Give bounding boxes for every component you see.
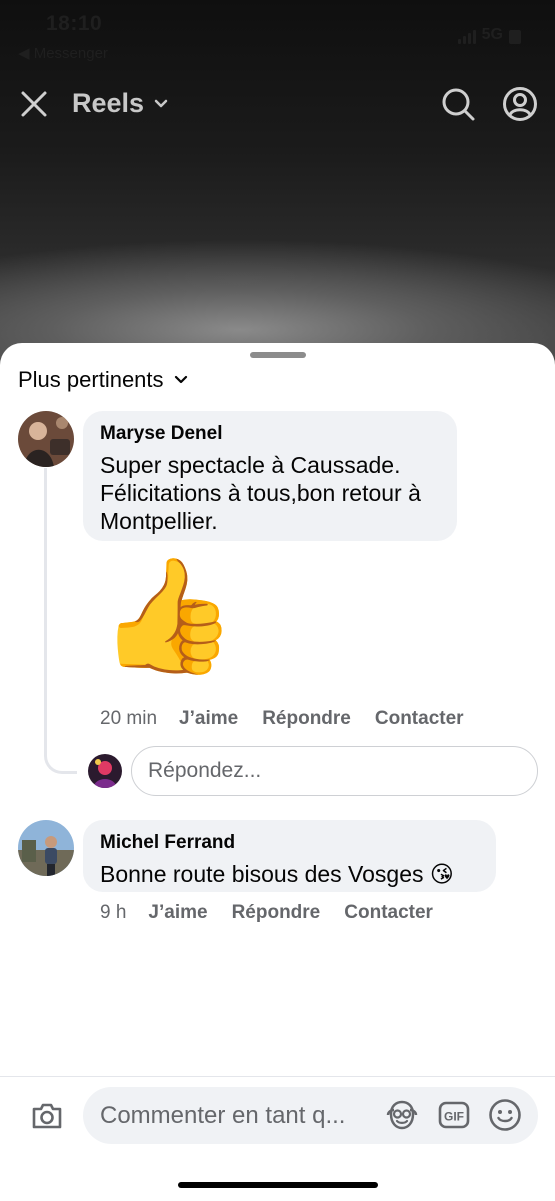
avatar-sticker-button[interactable] xyxy=(385,1098,419,1132)
profile-icon xyxy=(503,87,537,121)
profile-button[interactable] xyxy=(502,86,538,122)
reply-input[interactable]: Répondez... xyxy=(131,746,538,796)
thread-connector xyxy=(44,468,77,774)
comment-input-placeholder: Commenter en tant q... xyxy=(100,1101,346,1129)
thumbs-up-sticker: 👍 xyxy=(98,553,238,678)
signal-icon xyxy=(457,30,476,44)
avatar-image xyxy=(18,411,74,467)
status-bar: 18:10 ◀ Messenger 5G xyxy=(0,0,555,70)
avatar[interactable] xyxy=(18,820,74,876)
camera-button[interactable] xyxy=(30,1099,64,1133)
search-button[interactable] xyxy=(440,86,476,122)
reply-button[interactable]: Répondre xyxy=(262,708,351,730)
close-icon xyxy=(21,91,47,117)
status-time: 18:10 xyxy=(46,12,103,35)
comment-bubble: Maryse Denel Super spectacle à Caussade.… xyxy=(83,411,457,541)
emoji-button[interactable] xyxy=(488,1098,522,1132)
gif-button[interactable]: GIF xyxy=(437,1098,471,1132)
sheet-drag-handle[interactable] xyxy=(250,352,306,358)
svg-text:GIF: GIF xyxy=(444,1110,464,1124)
comment-timestamp: 9 h xyxy=(100,902,127,923)
home-indicator xyxy=(178,1182,378,1188)
comment-text: Super spectacle à Caussade. Félicitation… xyxy=(100,452,421,534)
comment-composer: Commenter en tant q... GIF xyxy=(0,1076,555,1201)
contact-button[interactable]: Contacter xyxy=(375,708,464,730)
comment-text: Bonne route bisous des Vosges 😘 xyxy=(100,861,454,887)
network-label: 5G xyxy=(481,26,503,43)
close-button[interactable] xyxy=(20,90,48,118)
comment-author[interactable]: Michel Ferrand xyxy=(100,832,478,854)
chevron-down-icon xyxy=(154,99,168,107)
sort-label: Plus pertinents xyxy=(18,367,164,392)
current-user-avatar xyxy=(88,754,122,788)
chevron-down-icon xyxy=(174,375,187,384)
reels-title-dropdown[interactable]: Reels xyxy=(72,88,168,119)
reply-button[interactable]: Répondre xyxy=(232,902,321,924)
like-button[interactable]: J’aime xyxy=(179,708,238,730)
back-to-app-link[interactable]: ◀ Messenger xyxy=(18,44,108,62)
reels-title: Reels xyxy=(72,88,145,118)
avatar[interactable] xyxy=(18,411,74,467)
comments-sheet: Plus pertinents Maryse Denel Super spect… xyxy=(0,343,555,1200)
reels-header: Reels xyxy=(0,82,555,128)
comment-timestamp: 20 min xyxy=(100,708,158,729)
comment-actions: 20 min J’aime Répondre Contacter xyxy=(100,708,488,730)
gif-icon: GIF xyxy=(438,1101,470,1129)
comment-bubble: Michel Ferrand Bonne route bisous des Vo… xyxy=(83,820,496,892)
avatar-sticker-icon xyxy=(386,1100,418,1130)
comment-author[interactable]: Maryse Denel xyxy=(100,423,439,445)
emoji-icon xyxy=(489,1099,521,1131)
battery-icon xyxy=(509,30,521,44)
avatar-image xyxy=(18,820,74,876)
comment-actions: 9 h J’aime Répondre Contacter xyxy=(100,902,457,924)
contact-button[interactable]: Contacter xyxy=(344,902,433,924)
sort-dropdown[interactable]: Plus pertinents xyxy=(18,367,188,393)
search-icon xyxy=(442,88,475,121)
status-indicators: 5G xyxy=(457,26,521,44)
avatar-image xyxy=(88,754,122,788)
camera-icon xyxy=(32,1103,62,1129)
like-button[interactable]: J’aime xyxy=(148,902,207,924)
